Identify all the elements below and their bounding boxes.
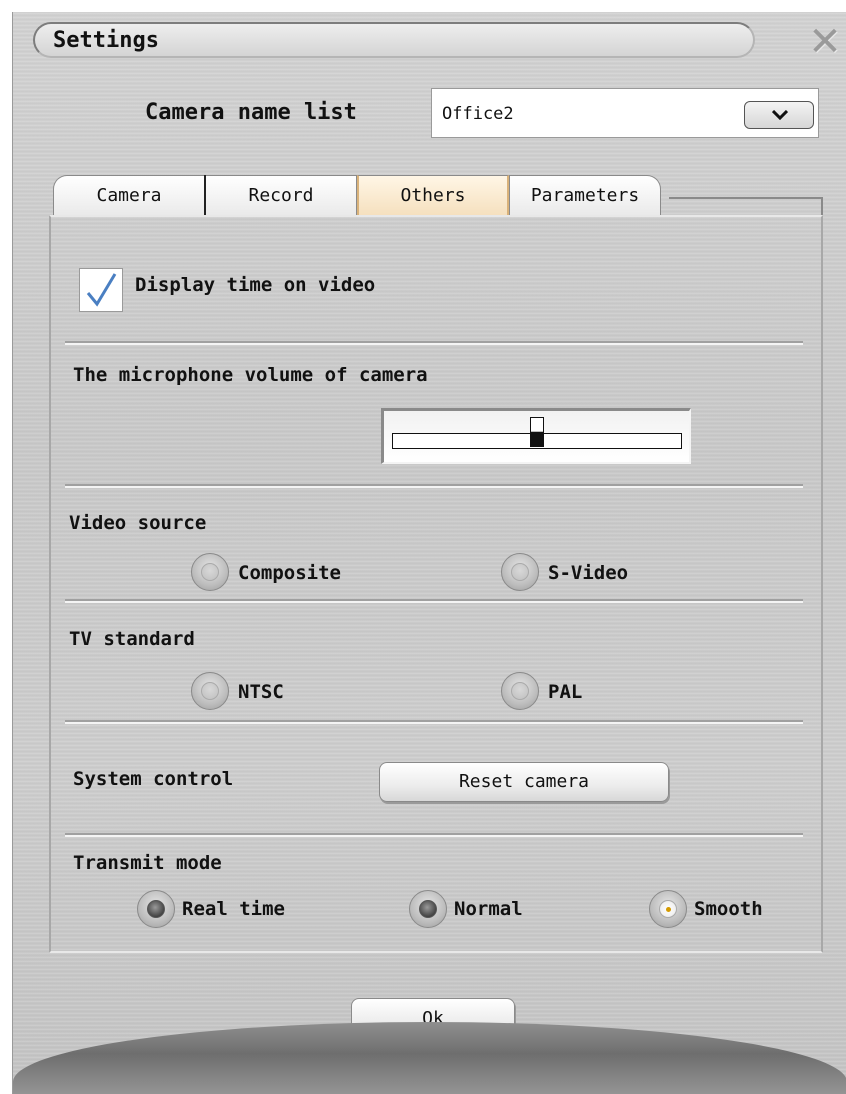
tab-strip-line: [669, 197, 823, 199]
tab-separator: [204, 175, 206, 217]
display-time-label: Display time on video: [135, 274, 376, 296]
tab-record[interactable]: Record: [205, 175, 357, 217]
real-time-label: Real time: [182, 898, 285, 920]
radio-smooth[interactable]: [649, 890, 687, 928]
s-video-label: S-Video: [548, 562, 629, 584]
divider: [65, 833, 803, 837]
tab-parameters[interactable]: Parameters: [509, 175, 661, 217]
divider: [65, 341, 803, 345]
radio-ntsc[interactable]: [191, 672, 229, 710]
display-time-checkbox[interactable]: [79, 268, 123, 312]
radio-real-time[interactable]: [137, 890, 175, 928]
transmit-mode-label: Transmit mode: [73, 852, 222, 874]
radio-s-video[interactable]: [501, 553, 539, 591]
composite-label: Composite: [238, 562, 341, 584]
normal-label: Normal: [454, 898, 523, 920]
tv-standard-label: TV standard: [69, 628, 195, 650]
tab-parameters-label: Parameters: [530, 185, 640, 206]
tab-camera-label: Camera: [96, 185, 162, 206]
tab-record-label: Record: [248, 185, 314, 206]
camera-name-value: Office2: [442, 104, 514, 124]
close-icon[interactable]: ✕: [805, 20, 845, 64]
tab-others[interactable]: Others: [357, 175, 509, 217]
radio-composite[interactable]: [191, 553, 229, 591]
tab-others-label: Others: [400, 185, 466, 206]
window-bottom-frame: [13, 1022, 846, 1094]
system-control-label: System control: [73, 768, 234, 790]
microphone-volume-label: The microphone volume of camera: [73, 364, 428, 386]
chevron-down-icon: [772, 110, 788, 120]
tab-camera[interactable]: Camera: [53, 175, 205, 217]
divider: [65, 720, 803, 724]
title-bar: Settings: [33, 22, 755, 58]
divider: [65, 599, 803, 603]
others-panel: [49, 215, 823, 953]
pal-label: PAL: [548, 681, 583, 703]
camera-name-list-label: Camera name list: [145, 100, 357, 125]
dropdown-button[interactable]: [744, 101, 814, 129]
camera-name-select[interactable]: Office2: [431, 88, 819, 138]
ntsc-label: NTSC: [238, 681, 284, 703]
checkmark-icon: [86, 273, 117, 307]
settings-window: Settings ✕ Camera name list Office2 Came…: [12, 12, 846, 1094]
radio-pal[interactable]: [501, 672, 539, 710]
radio-normal[interactable]: [409, 890, 447, 928]
slider-thumb[interactable]: [530, 417, 544, 447]
smooth-label: Smooth: [694, 898, 763, 920]
microphone-volume-slider[interactable]: [381, 408, 691, 464]
reset-camera-button[interactable]: Reset camera: [379, 762, 669, 802]
tab-strip-corner: [821, 197, 823, 217]
window-title: Settings: [53, 28, 159, 53]
video-source-label: Video source: [69, 512, 207, 534]
divider: [65, 484, 803, 488]
